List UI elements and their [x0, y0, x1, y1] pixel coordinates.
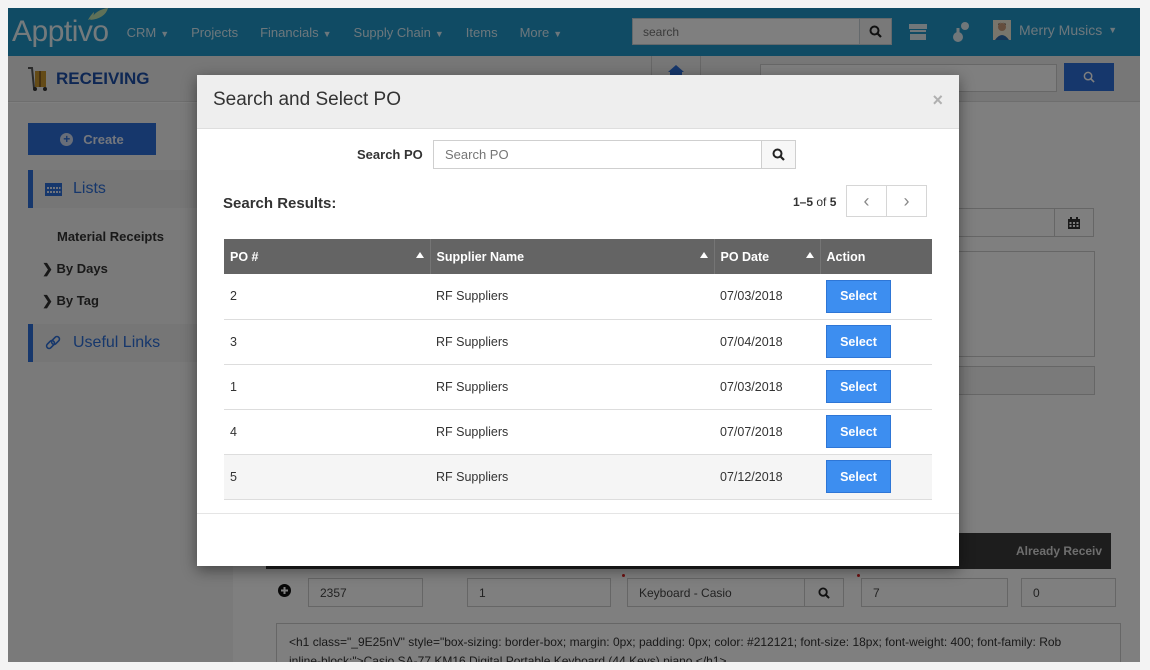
action-cell: Select: [820, 364, 932, 410]
select-button[interactable]: Select: [826, 415, 891, 448]
table-row: 3 RF Suppliers 07/04/2018 Select: [224, 319, 932, 365]
po-number-cell: 3: [224, 319, 430, 365]
pagination-of: of: [816, 195, 827, 209]
supplier-cell: RF Suppliers: [430, 409, 714, 455]
prev-page-button[interactable]: ‹: [847, 186, 886, 216]
pagination-controls: ‹ ›: [846, 185, 927, 217]
po-search-row: Search PO: [197, 140, 959, 170]
table-header-row: PO # Supplier Name PO Date Action: [224, 239, 932, 274]
po-date-cell: 07/03/2018: [714, 274, 820, 320]
search-select-po-dialog: Search and Select PO × Search PO Search …: [197, 75, 959, 566]
col-po-date[interactable]: PO Date: [713, 239, 820, 274]
action-cell: Select: [820, 454, 932, 500]
action-cell: Select: [820, 319, 932, 365]
po-date-cell: 07/07/2018: [714, 409, 820, 455]
modal-footer-divider: [197, 513, 959, 514]
table-row: 5 RF Suppliers 07/12/2018 Select: [224, 454, 932, 500]
search-icon: [772, 148, 785, 161]
action-cell: Select: [820, 274, 932, 320]
select-button[interactable]: Select: [826, 370, 891, 403]
po-number-cell: 4: [224, 409, 430, 455]
col-supplier-name[interactable]: Supplier Name: [429, 239, 714, 274]
select-button[interactable]: Select: [826, 279, 891, 313]
supplier-cell: RF Suppliers: [430, 319, 714, 365]
po-date-cell: 07/04/2018: [714, 319, 820, 365]
search-po-label: Search PO: [357, 147, 423, 162]
next-page-button[interactable]: ›: [886, 186, 926, 216]
po-number-cell: 5: [224, 454, 430, 500]
col-po-number-label: PO #: [230, 249, 259, 264]
pagination-info: 1–5 of 5: [793, 195, 836, 209]
modal-header: Search and Select PO ×: [197, 75, 959, 129]
app-window: Apptivo CRM▼ Projects Financials▼ Supply…: [8, 8, 1140, 662]
search-po-button[interactable]: [761, 140, 796, 169]
select-button[interactable]: Select: [826, 460, 891, 493]
col-action-label: Action: [826, 249, 866, 264]
sort-asc-icon: [699, 252, 708, 258]
pagination-range: 1–5: [793, 195, 814, 209]
chevron-right-icon: ›: [903, 190, 910, 211]
table-row: 2 RF Suppliers 07/03/2018 Select: [224, 274, 932, 320]
sort-asc-icon: [805, 252, 814, 258]
close-icon[interactable]: ×: [932, 90, 943, 111]
modal-title: Search and Select PO: [213, 89, 401, 110]
col-po-number[interactable]: PO #: [224, 239, 430, 274]
action-cell: Select: [820, 409, 932, 455]
sort-asc-icon: [415, 252, 424, 258]
col-po-date-label: PO Date: [720, 249, 770, 264]
col-action: Action: [819, 239, 932, 274]
supplier-cell: RF Suppliers: [430, 454, 714, 500]
table-row: 1 RF Suppliers 07/03/2018 Select: [224, 364, 932, 410]
po-date-cell: 07/12/2018: [714, 454, 820, 500]
search-po-input[interactable]: [433, 140, 762, 169]
search-results-label: Search Results:: [223, 195, 337, 212]
po-number-cell: 1: [224, 364, 430, 410]
chevron-left-icon: ‹: [863, 190, 870, 211]
supplier-cell: RF Suppliers: [430, 364, 714, 410]
select-button[interactable]: Select: [826, 325, 891, 358]
po-results-table: PO # Supplier Name PO Date Action 2 RF S…: [224, 239, 932, 500]
supplier-cell: RF Suppliers: [430, 274, 714, 320]
pagination-total: 5: [829, 195, 837, 209]
table-row: 4 RF Suppliers 07/07/2018 Select: [224, 409, 932, 455]
col-supplier-name-label: Supplier Name: [436, 249, 525, 264]
po-date-cell: 07/03/2018: [714, 364, 820, 410]
po-number-cell: 2: [224, 274, 430, 320]
